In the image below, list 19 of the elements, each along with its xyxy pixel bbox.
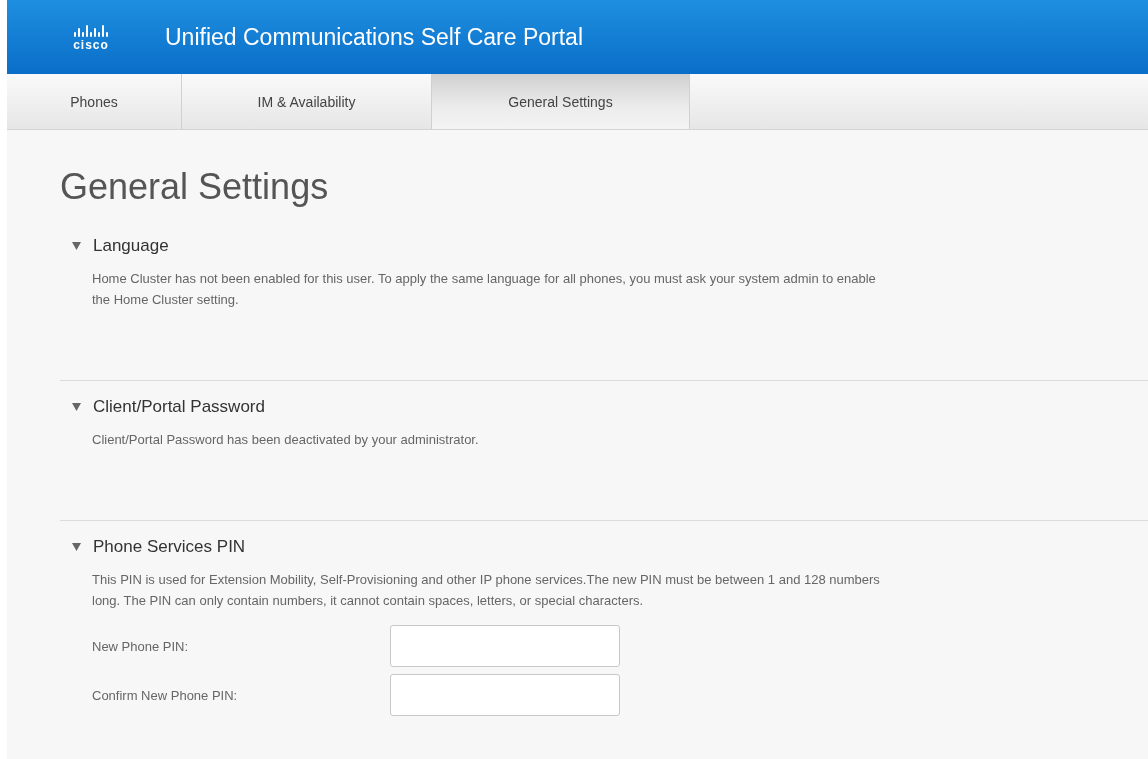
section-title: Language xyxy=(93,236,169,256)
section-title: Client/Portal Password xyxy=(93,397,265,417)
section-description: This PIN is used for Extension Mobility, Self-Provisioning and other IP phone services.The new PIN must be between 1 and 128 numbers long. The PIN can only contain numbers, it cannot contain spaces, letters, or special characters. xyxy=(92,571,881,610)
page-heading: General Settings xyxy=(60,165,330,209)
collapse-triangle-icon[interactable] xyxy=(72,403,81,411)
pin-input-field[interactable] xyxy=(390,674,620,716)
collapse-triangle-icon[interactable] xyxy=(72,242,81,250)
nav-tab[interactable]: General Settings xyxy=(432,74,690,129)
nav-tab[interactable]: Phones xyxy=(7,74,182,129)
collapse-triangle-icon[interactable] xyxy=(72,543,81,551)
field-label: New Phone PIN: xyxy=(92,638,190,654)
logo-bars-icon xyxy=(74,23,108,37)
pin-input-field[interactable] xyxy=(390,625,620,667)
section-title: Phone Services PIN xyxy=(93,537,246,557)
section-description: Client/Portal Password has been deactivated by your administrator. xyxy=(92,431,480,449)
field-label: Confirm New Phone PIN: xyxy=(92,687,239,703)
portal-title: Unified Communications Self Care Portal xyxy=(165,23,583,51)
section-description: Home Cluster has not been enabled for this user. To apply the same language for all phones, you must ask your system admin to enable the Home Cluster setting. xyxy=(92,270,877,309)
logo-text: cisco xyxy=(73,39,109,51)
